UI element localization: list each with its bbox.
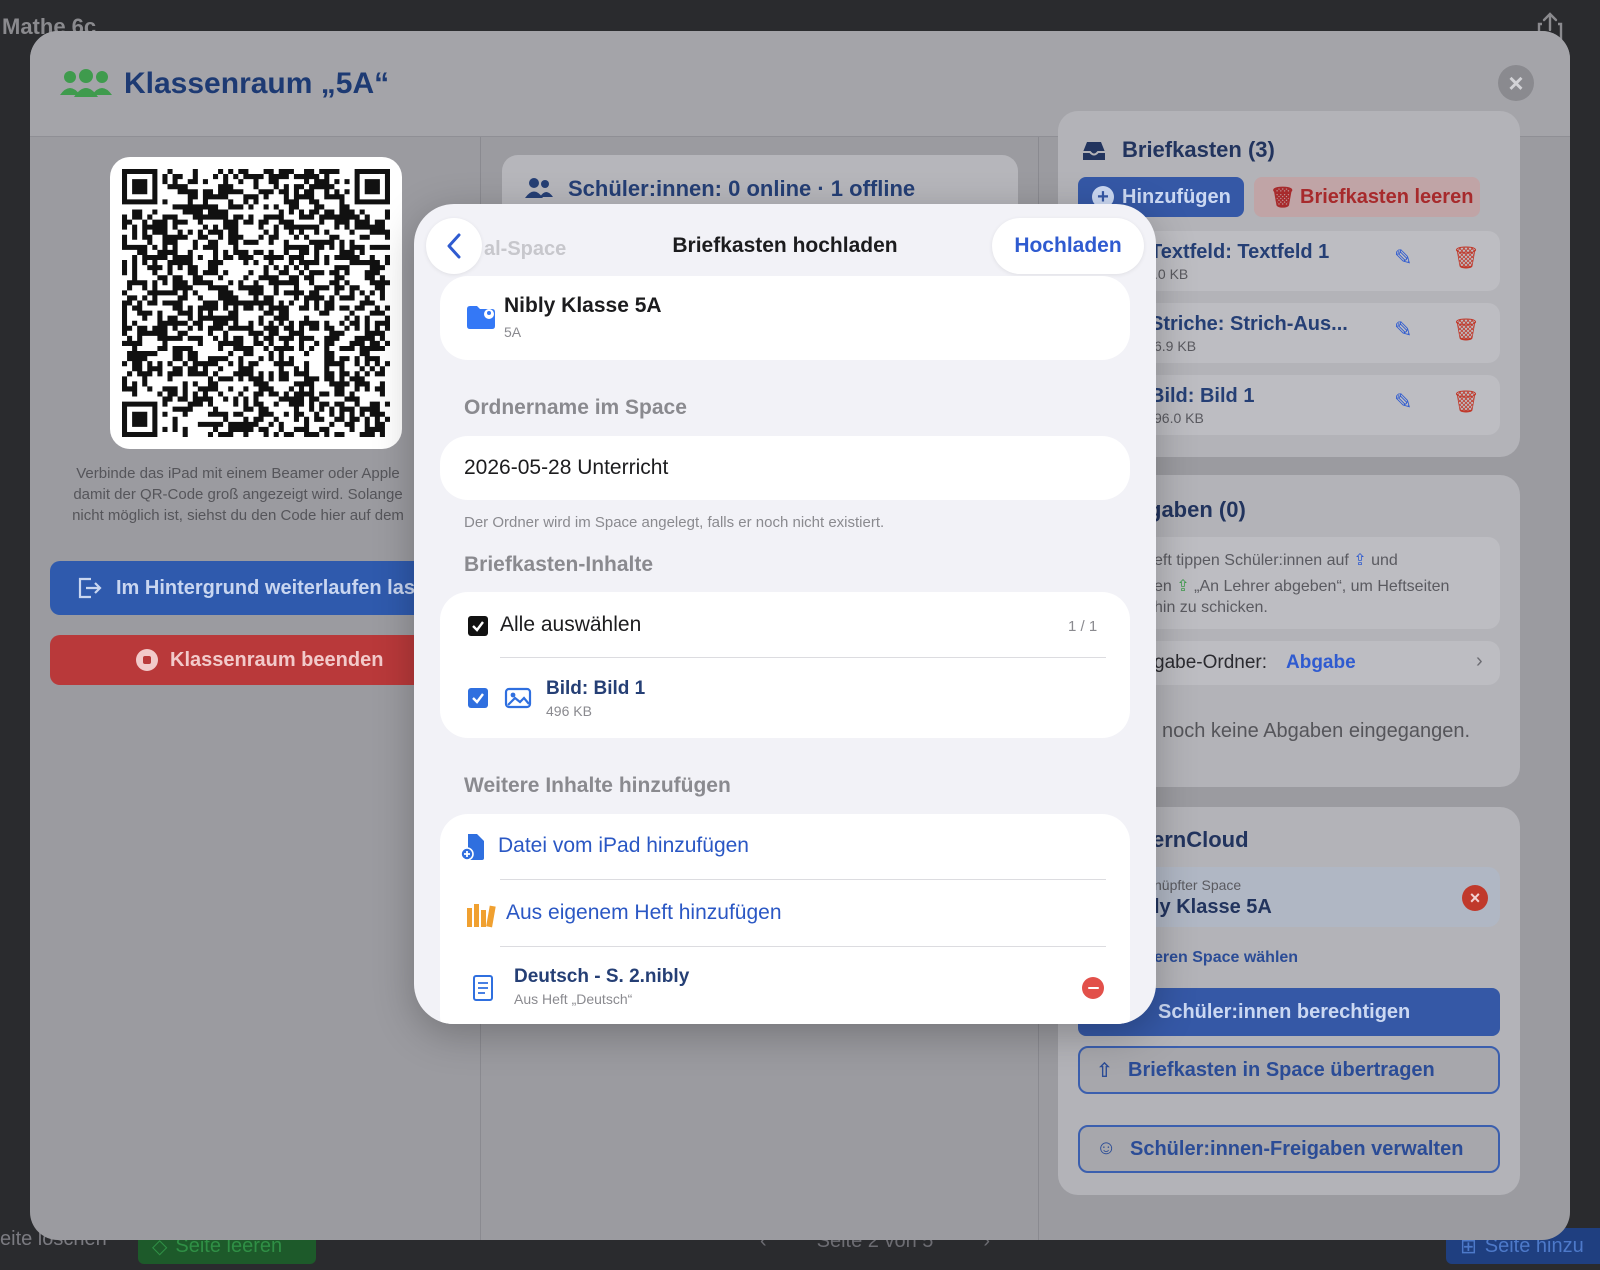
submission-folder-label: gabe-Ordner: <box>1154 652 1268 673</box>
divider <box>500 879 1106 880</box>
mailbox-item-name: Bild: Bild 1 <box>1150 385 1255 407</box>
add-from-ipad-link[interactable]: Datei vom iPad hinzufügen <box>498 834 749 858</box>
choose-other-space-link[interactable]: eren Space wählen <box>1154 949 1298 967</box>
content-item-size: 496 KB <box>546 703 592 719</box>
edit-icon[interactable]: ✎ <box>1394 317 1412 343</box>
selection-count: 1 / 1 <box>1068 618 1098 635</box>
extra-item-name: Deutsch - S. 2.nibly <box>514 966 690 987</box>
people-circle-icon: ☺ <box>1096 1137 1117 1159</box>
select-all-label: Alle auswählen <box>500 613 642 636</box>
qr-code <box>122 169 390 437</box>
run-in-background-button[interactable]: Im Hintergrund weiterlaufen lass <box>50 561 430 615</box>
no-submissions-text: l noch keine Abgaben eingegangen. <box>1152 720 1471 742</box>
upload-tray-icon: ⇪ <box>1176 578 1190 595</box>
shared-folder-icon <box>467 306 495 329</box>
chevron-right-icon: › <box>1476 650 1483 672</box>
item-checkbox[interactable] <box>468 688 488 708</box>
submissions-hint: hin zu schicken. <box>1154 599 1268 616</box>
mailbox-item-name: Striche: Strich-Aus... <box>1150 313 1348 335</box>
people-icon <box>60 69 112 97</box>
trash-icon[interactable]: 🗑 <box>1452 389 1480 415</box>
mailbox-item-name: Textfeld: Textfeld 1 <box>1150 241 1330 263</box>
edit-icon[interactable]: ✎ <box>1394 389 1412 415</box>
unlink-icon[interactable]: × <box>1462 885 1488 911</box>
inbox-icon <box>1083 142 1105 160</box>
submissions-hint: en ⇪ „An Lehrer abgeben“, um Heftseiten <box>1154 578 1450 595</box>
select-all-checkbox[interactable] <box>468 616 488 636</box>
edit-icon[interactable]: ✎ <box>1394 245 1412 271</box>
folder-hint: Der Ordner wird im Space angelegt, falls… <box>464 514 885 531</box>
remove-item-icon[interactable] <box>1082 977 1104 999</box>
trash-icon[interactable]: 🗑 <box>1452 245 1480 271</box>
add-from-notebook-link[interactable]: Aus eigenem Heft hinzufügen <box>506 901 782 925</box>
clear-mailbox-button[interactable]: 🗑 Briefkasten leeren <box>1254 177 1480 217</box>
divider <box>500 657 1106 658</box>
classroom-title: Klassenraum „5A“ <box>124 67 390 100</box>
upload-button[interactable]: Hochladen <box>992 218 1144 274</box>
close-icon[interactable]: × <box>1498 65 1534 101</box>
target-space-card <box>440 276 1130 360</box>
qr-modules <box>122 169 390 437</box>
books-icon <box>467 904 496 928</box>
space-name: Nibly Klasse 5A <box>504 294 662 317</box>
students-icon <box>525 178 553 198</box>
submission-folder-value: Abgabe <box>1286 652 1356 673</box>
students-status: Schüler:innen: 0 online · 1 offline <box>568 176 916 201</box>
exit-icon <box>78 577 102 599</box>
space-subtitle: 5A <box>504 324 522 340</box>
linked-space-value: ly Klasse 5A <box>1154 896 1272 918</box>
photo-icon <box>504 687 532 709</box>
cloud-title: ernCloud <box>1152 827 1249 852</box>
folder-section-label: Ordnername im Space <box>464 396 687 419</box>
contents-section-label: Briefkasten-Inhalte <box>464 553 654 576</box>
file-add-icon <box>460 834 484 861</box>
mailbox-item-size: 96.0 KB <box>1154 410 1204 426</box>
stop-icon <box>136 649 158 671</box>
document-icon <box>473 975 493 1001</box>
mailbox-item-size: 6.9 KB <box>1154 338 1197 354</box>
share-icon: ⇪ <box>1353 552 1367 569</box>
submissions-hint: eft tippen Schüler:innen auf ⇪ und <box>1154 552 1398 569</box>
checkmark-icon <box>472 621 484 632</box>
extra-item-source: Aus Heft „Deutsch“ <box>514 991 633 1007</box>
mailbox-item-size: .0 KB <box>1154 266 1189 282</box>
trash-icon: 🗑 <box>1270 187 1296 209</box>
transfer-mailbox-button[interactable]: ⇧ Briefkasten in Space übertragen <box>1078 1046 1500 1094</box>
trash-icon[interactable]: 🗑 <box>1452 317 1480 343</box>
end-classroom-button[interactable]: Klassenraum beenden <box>50 635 430 685</box>
linked-space-label: nüpfter Space <box>1154 877 1242 893</box>
checkmark-icon <box>472 693 484 704</box>
beamer-hint: Verbinde das iPad mit einem Beamer oder … <box>72 465 404 524</box>
more-section-label: Weitere Inhalte hinzufügen <box>464 774 731 797</box>
upload-mailbox-modal: al-Space Briefkasten hochladen Hochladen… <box>414 204 1156 1024</box>
document-upload-icon: ⇧ <box>1096 1060 1113 1082</box>
folder-name-value: 2026-05-28 Unterricht <box>464 456 669 479</box>
submissions-title: gaben (0) <box>1148 497 1246 522</box>
divider <box>500 946 1106 947</box>
manage-shares-button[interactable]: ☺ Schüler:innen-Freigaben verwalten <box>1078 1125 1500 1173</box>
mailbox-title: Briefkasten (3) <box>1122 137 1275 162</box>
content-item-name: Bild: Bild 1 <box>546 678 646 699</box>
